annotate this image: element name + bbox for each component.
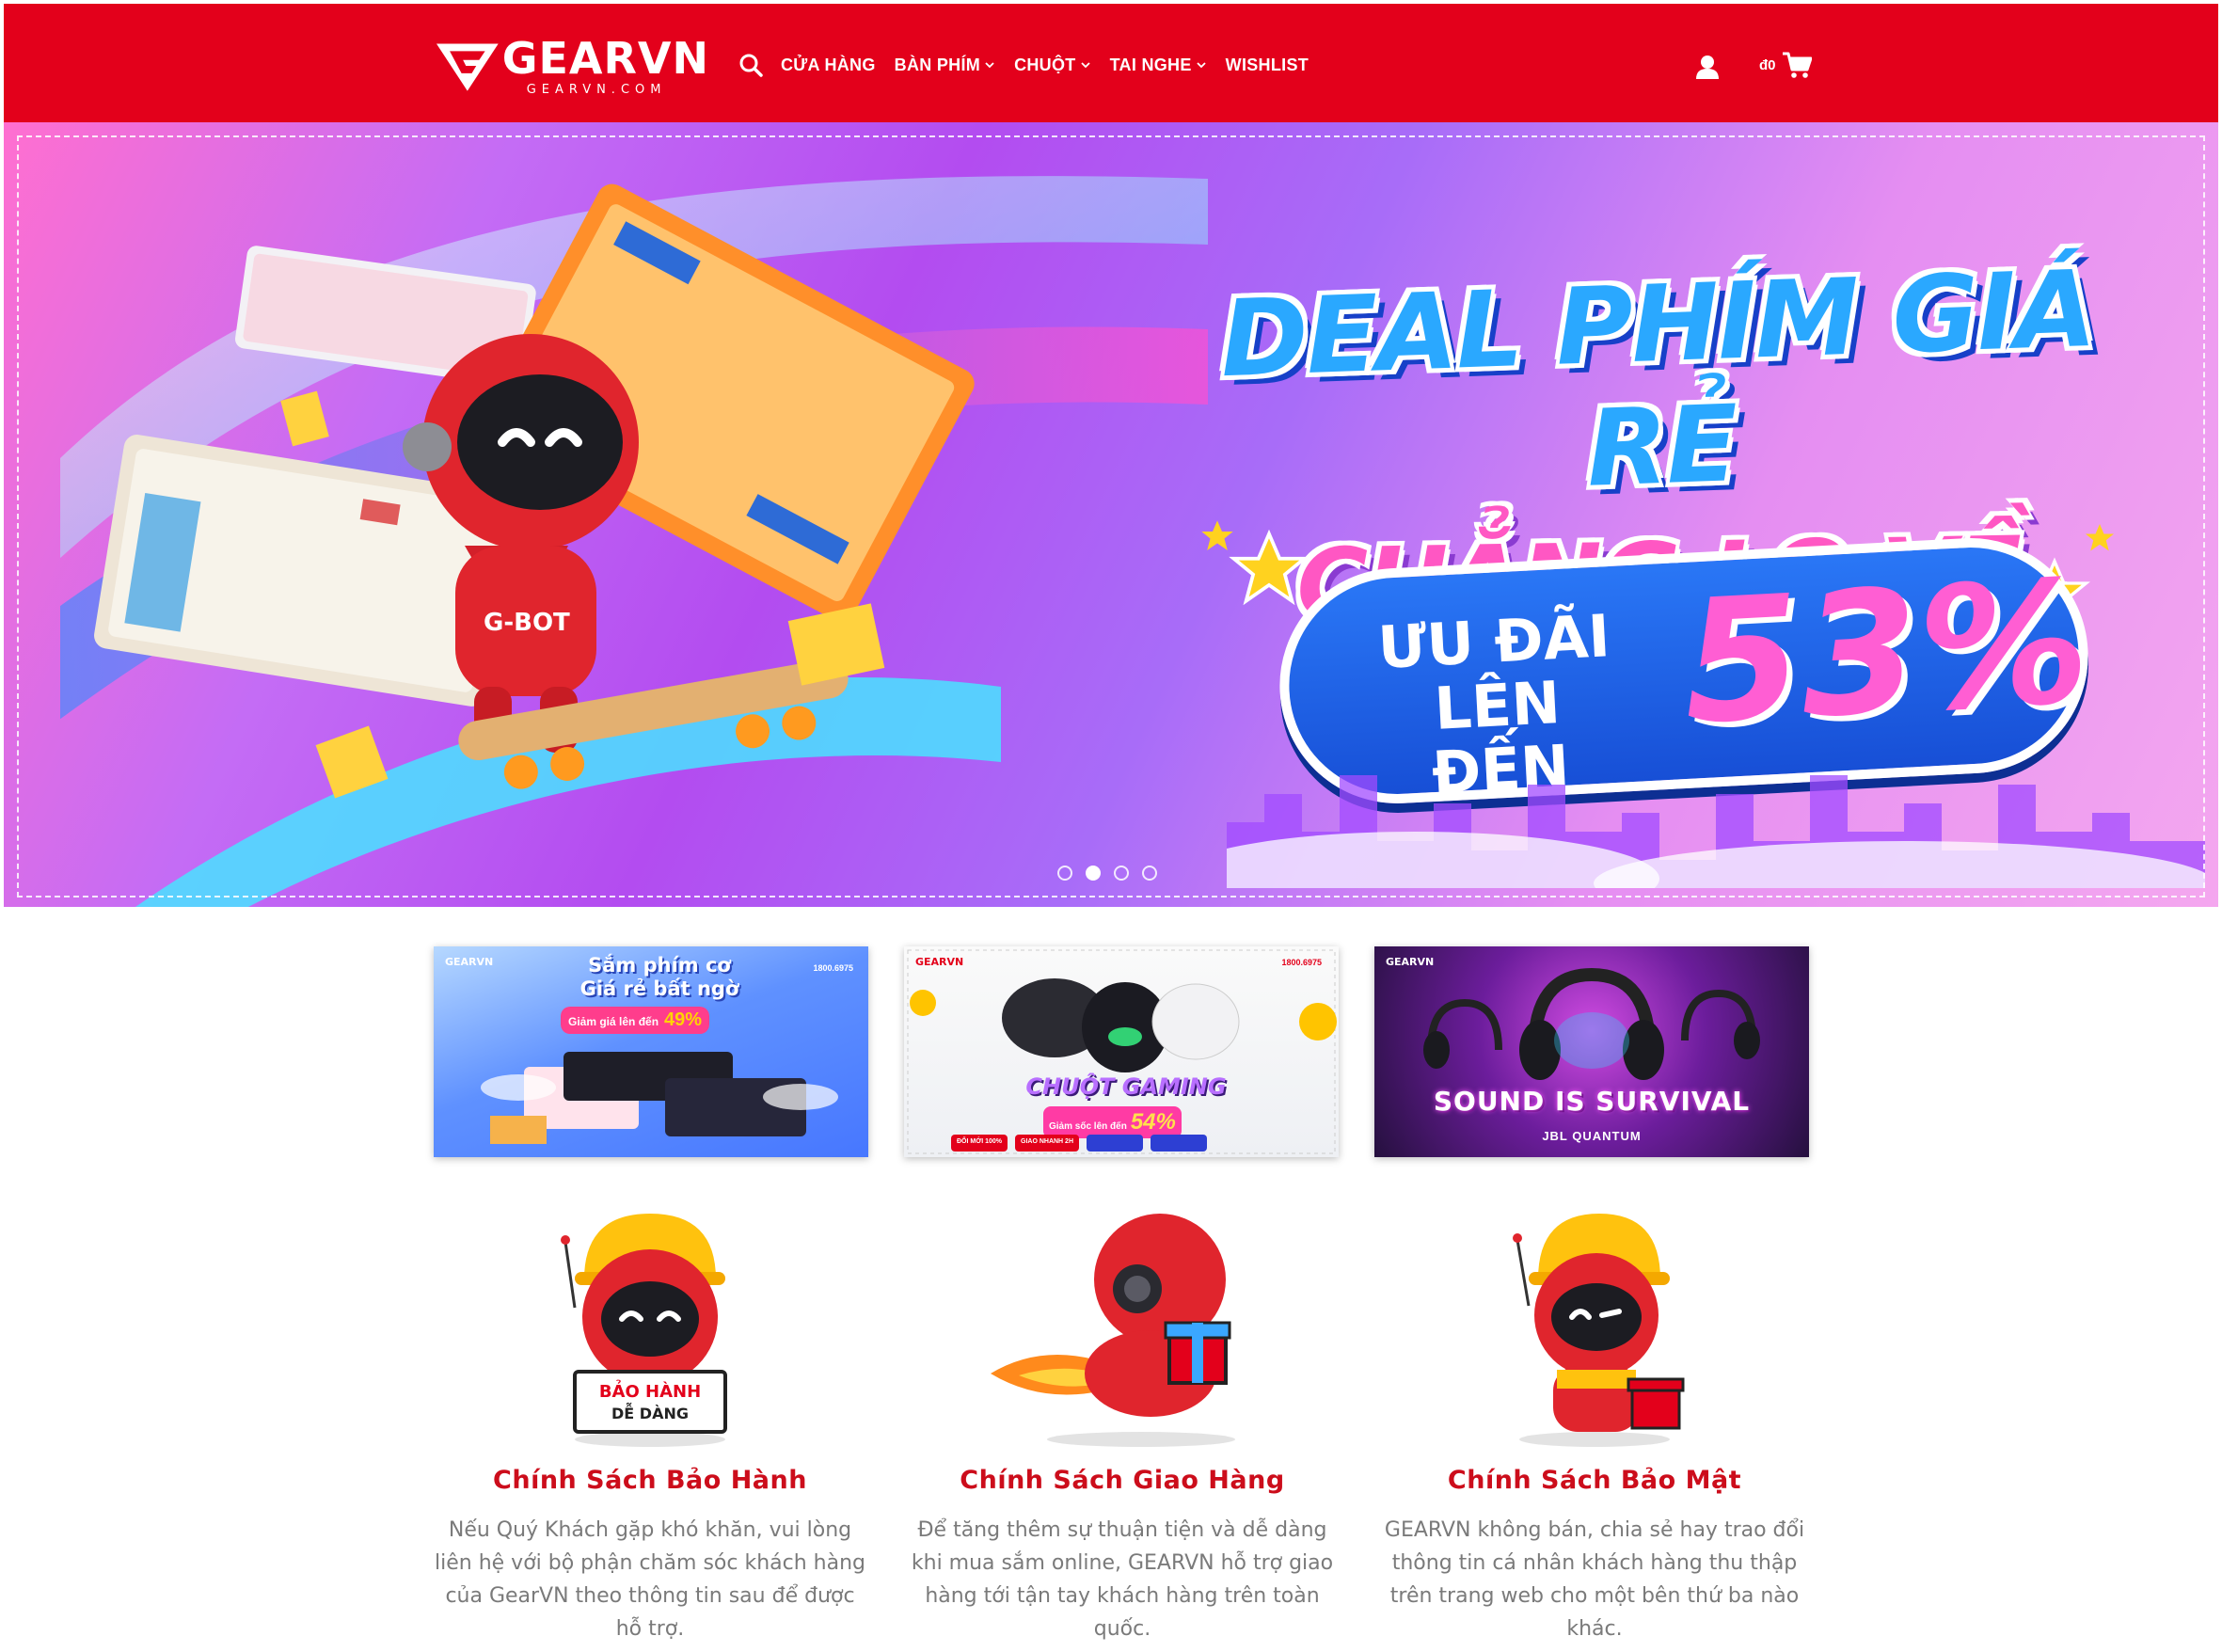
warranty-robot-illustration: BẢO HÀNH DỄ DÀNG bbox=[561, 1214, 727, 1447]
card-feature-chip: GIAO NHANH 2H bbox=[1015, 1135, 1080, 1152]
nav-item-ban-phim[interactable]: BÀN PHÍM bbox=[895, 56, 995, 75]
promo-line-1: ƯU ĐÃI bbox=[1375, 601, 1612, 682]
carousel-dot-1[interactable] bbox=[1057, 866, 1072, 881]
card-headset-illustration bbox=[1423, 967, 1760, 1080]
card-feature-chip: ĐỔI MỚI 100% bbox=[951, 1135, 1008, 1152]
card-subtitle: JBL QUANTUM bbox=[1542, 1129, 1642, 1143]
card-discount-value: 54% bbox=[1130, 1109, 1176, 1135]
policy-title: Chính Sách Giao Hàng bbox=[960, 1466, 1285, 1495]
user-icon[interactable] bbox=[1693, 53, 1722, 81]
chevron-down-icon bbox=[1197, 62, 1206, 69]
chevron-down-icon bbox=[985, 62, 994, 69]
warranty-sign-line-1: BẢO HÀNH bbox=[599, 1380, 701, 1402]
site-header: GEARVN GEARVN.COM CỬA HÀNG BÀN PHÍM CHUỘ… bbox=[4, 4, 2218, 122]
warranty-sign-line-2: DỄ DÀNG bbox=[611, 1403, 689, 1422]
hero-illustration: G-BOT bbox=[60, 176, 1208, 907]
gearvn-logo-icon bbox=[436, 43, 499, 91]
policy-section: BẢO HÀNH DỄ DÀNG Chính Sách Bảo Hành Nếu… bbox=[414, 1204, 1831, 1645]
cart-button[interactable]: đ0 bbox=[1759, 51, 1812, 79]
policy-security: Chính Sách Bảo Mật GEARVN không bán, chi… bbox=[1358, 1204, 1831, 1645]
policy-warranty: BẢO HÀNH DỄ DÀNG Chính Sách Bảo Hành Nếu… bbox=[414, 1204, 886, 1645]
logo-subtext: GEARVN.COM bbox=[526, 82, 667, 97]
card-feature-chip bbox=[1087, 1135, 1144, 1152]
nav-item-chuot[interactable]: CHUỘT bbox=[1014, 56, 1091, 75]
policy-description: GEARVN không bán, chia sẻ hay trao đổi t… bbox=[1384, 1518, 1805, 1641]
policy-description: Nếu Quý Khách gặp khó khăn, vui lòng liê… bbox=[435, 1518, 865, 1641]
promo-card-keyboard[interactable]: GEARVN 1800.6975 Sắm phím cơ Giá rẻ bất … bbox=[434, 946, 868, 1157]
delivery-robot-illustration bbox=[991, 1214, 1235, 1447]
card-discount-label: Giảm sốc lên đến bbox=[1049, 1121, 1127, 1132]
policy-delivery: Chính Sách Giao Hàng Để tăng thêm sự thu… bbox=[886, 1204, 1358, 1645]
security-robot-illustration bbox=[1513, 1214, 1685, 1447]
cart-amount: đ0 bbox=[1759, 56, 1776, 73]
card-keyboard-illustration bbox=[481, 1052, 838, 1144]
promo-card-headset[interactable]: GEARVN SOUND IS SURVIVAL JBL QUANTUM bbox=[1374, 946, 1809, 1157]
carousel-dot-3[interactable] bbox=[1114, 866, 1129, 881]
cart-icon bbox=[1782, 52, 1812, 78]
star-icon bbox=[1201, 520, 1233, 550]
card-discount: Giảm sốc lên đến 54% bbox=[1043, 1106, 1182, 1138]
nav-item-label: BÀN PHÍM bbox=[894, 55, 981, 74]
card-title: CHUỘT GAMING bbox=[1025, 1073, 1227, 1100]
card-feature-chip bbox=[1151, 1135, 1208, 1152]
logo-text: GEARVN bbox=[501, 32, 709, 84]
policy-title: Chính Sách Bảo Hành bbox=[493, 1466, 807, 1495]
carousel-dots bbox=[1057, 866, 1157, 881]
search-icon[interactable] bbox=[738, 52, 764, 78]
nav-item-wishlist[interactable]: WISHLIST bbox=[1226, 56, 1309, 75]
nav-item-label: CHUỘT bbox=[1014, 55, 1076, 74]
nav-item-label: TAI NGHE bbox=[1109, 55, 1192, 74]
carousel-dot-4[interactable] bbox=[1142, 866, 1157, 881]
nav-item-label: CỬA HÀNG bbox=[781, 55, 876, 74]
policy-title: Chính Sách Bảo Mật bbox=[1447, 1466, 1742, 1495]
star-icon bbox=[1229, 529, 1309, 606]
carousel-dot-2[interactable] bbox=[1086, 866, 1101, 881]
nav-item-cua-hang[interactable]: CỬA HÀNG bbox=[781, 56, 876, 75]
policy-description: Để tăng thêm sự thuận tiện và dễ dàng kh… bbox=[911, 1518, 1334, 1641]
nav-item-label: WISHLIST bbox=[1225, 55, 1309, 74]
promo-card-mouse[interactable]: GEARVN 1800.6975 CHUỘT GAMING Giảm sốc l… bbox=[904, 946, 1339, 1157]
main-nav: CỬA HÀNG BÀN PHÍM CHUỘT TAI NGHE WISHLIS… bbox=[738, 49, 1327, 81]
promo-cards: GEARVN 1800.6975 Sắm phím cơ Giá rẻ bất … bbox=[434, 946, 1809, 1157]
nav-item-tai-nghe[interactable]: TAI NGHE bbox=[1110, 56, 1207, 75]
card-title: SOUND IS SURVIVAL bbox=[1433, 1086, 1751, 1117]
star-icon bbox=[2086, 524, 2114, 551]
hero-headline-1: DEAL PHÍM GIÁ RẺ bbox=[1218, 247, 2097, 511]
card-feature-strip: ĐỔI MỚI 100% GIAO NHANH 2H bbox=[951, 1135, 1208, 1152]
gearvn-logo[interactable]: GEARVN GEARVN.COM bbox=[436, 32, 709, 100]
robot-label: G-BOT bbox=[484, 609, 570, 637]
chevron-down-icon bbox=[1080, 62, 1090, 69]
city-skyline bbox=[1227, 775, 2205, 888]
promo-value: 53% bbox=[1678, 544, 2094, 762]
hero-banner[interactable]: G-BOT DEAL PHÍM GIÁ RẺ CHẲNG LO VỀ GIÁ Ư… bbox=[4, 122, 2218, 907]
